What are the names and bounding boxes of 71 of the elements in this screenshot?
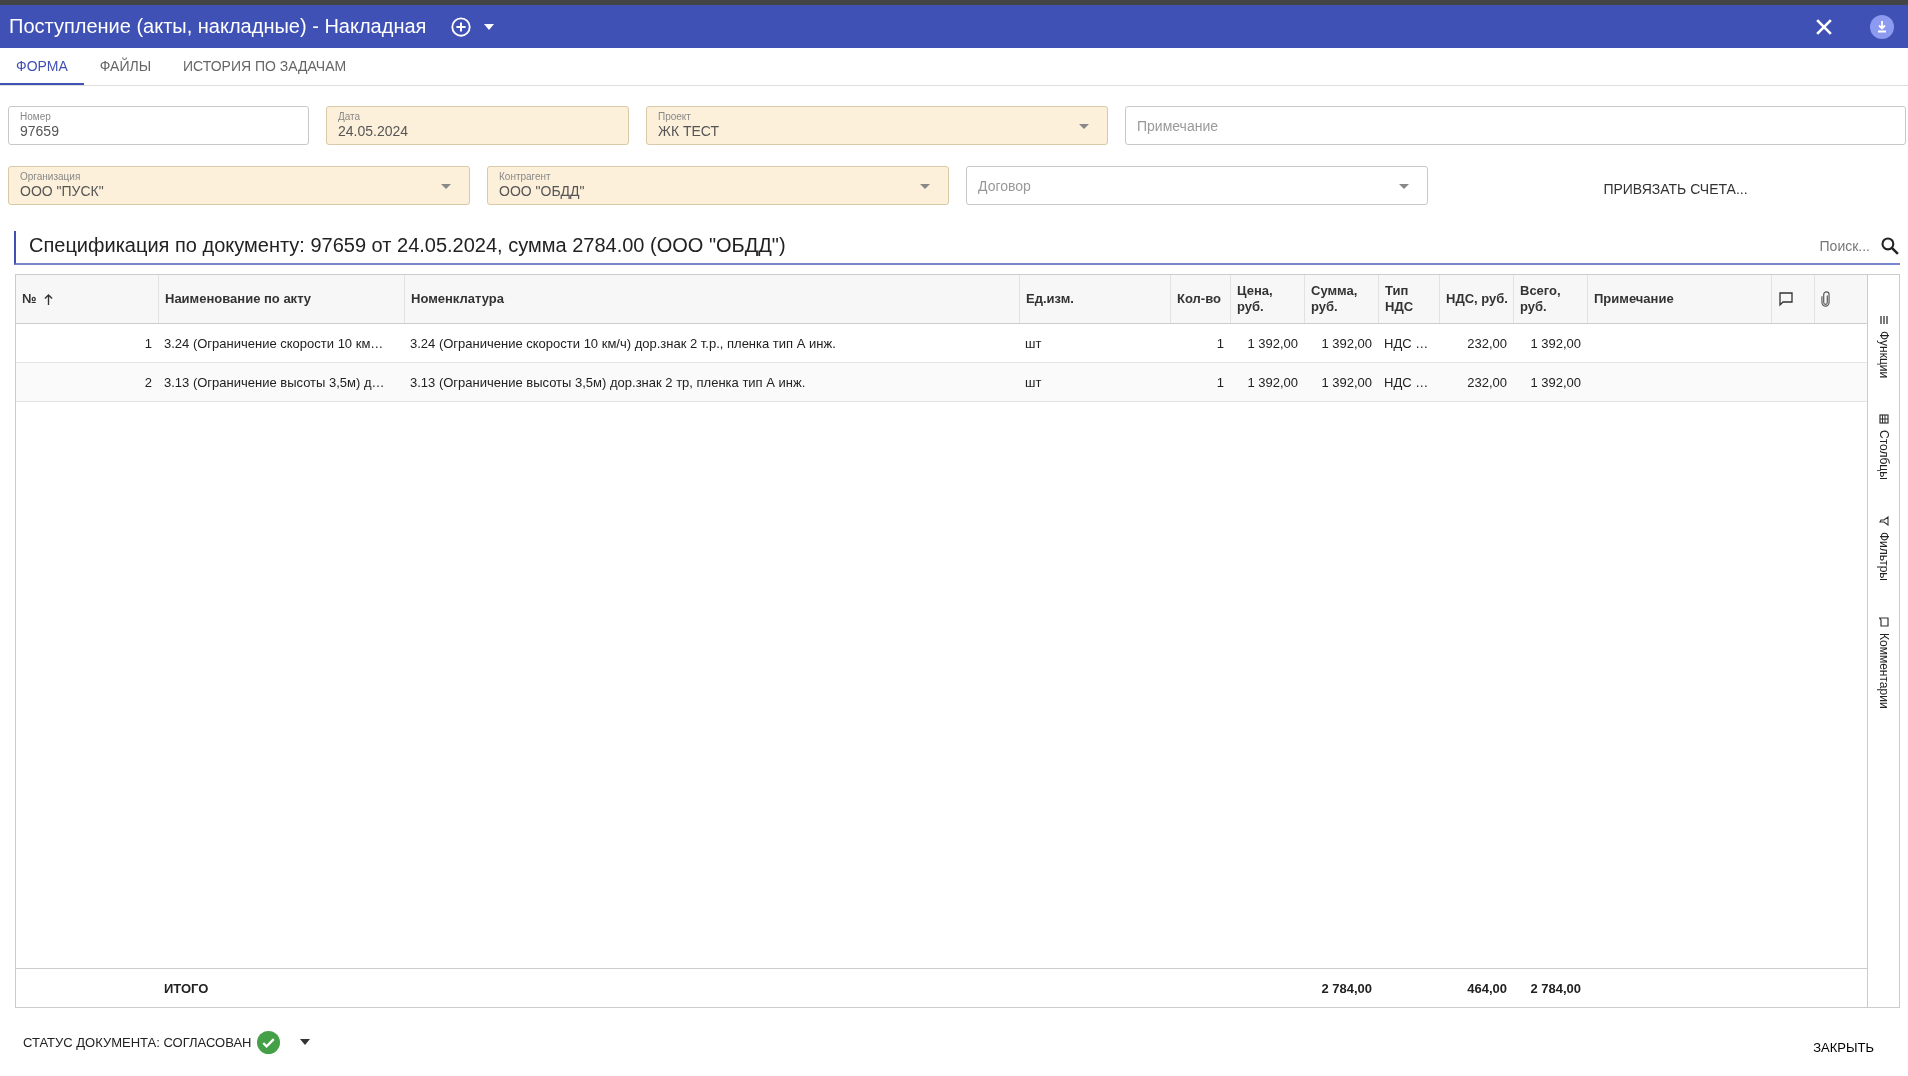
input-field[interactable]: Номер 97659 <box>8 106 309 145</box>
check-icon <box>257 1030 281 1054</box>
tab[interactable]: ФОРМА <box>0 48 84 85</box>
side-panel-tab[interactable]: Функции <box>1876 331 1891 379</box>
table-cell: 1 392,00 <box>1530 335 1581 351</box>
column-header[interactable]: Наименование по акту <box>165 291 312 307</box>
column-header[interactable]: НДС, руб. <box>1446 291 1508 307</box>
table-cell: 1 392,00 <box>1247 374 1298 390</box>
table-cell: 1 <box>1216 374 1224 390</box>
table-cell: шт <box>1025 335 1042 351</box>
dropdown-caret-icon[interactable] <box>1399 184 1409 189</box>
tab[interactable]: ФАЙЛЫ <box>83 48 168 85</box>
link-invoices-button[interactable]: ПРИВЯЗАТЬ СЧЕТА... <box>1593 172 1758 205</box>
paperclip-icon[interactable] <box>1821 291 1830 307</box>
input-field[interactable]: Дата 24.05.2024 <box>326 106 629 145</box>
table-cell: 2 <box>144 374 152 390</box>
table-cell: 1 392,00 <box>1530 374 1581 390</box>
caret-icon[interactable] <box>300 1039 311 1045</box>
table-cell: 1 392,00 <box>1321 335 1372 351</box>
window-title: Поступление (акты, накладные) - Накладная <box>9 15 427 38</box>
column-header[interactable]: Цена, руб. <box>1237 283 1273 315</box>
search-icon[interactable] <box>1880 235 1900 256</box>
close-icon[interactable] <box>1816 18 1832 35</box>
close-button[interactable]: ЗАКРЫТЬ <box>1807 1038 1880 1056</box>
filter-icon[interactable] <box>1878 516 1889 527</box>
column-header[interactable]: № <box>22 291 53 307</box>
table-cell: НДС … <box>1384 374 1429 390</box>
table-cell: 3.24 (Ограничение скорости 10 км/ч) дор.знак 2 т.р., пленка тип А инж. <box>410 335 836 351</box>
total-cell: 2 784,00 <box>1530 980 1581 996</box>
comment-icon[interactable] <box>1878 617 1889 628</box>
column-header[interactable]: Ед.изм. <box>1026 291 1074 307</box>
column-header[interactable]: Тип НДС <box>1385 283 1414 315</box>
table-cell: 1 392,00 <box>1321 374 1372 390</box>
side-panel-tab[interactable]: Комментарии <box>1876 633 1891 709</box>
section-title: Спецификация по документу: 97659 от 24.05.2024, сумма 2784.00 (ООО "ОБДД") <box>29 234 786 257</box>
total-cell: 2 784,00 <box>1321 980 1372 996</box>
dropdown-caret-icon[interactable] <box>441 184 451 189</box>
totals-label: ИТОГО <box>164 980 209 996</box>
caret-icon[interactable] <box>484 23 495 30</box>
table-cell: шт <box>1025 374 1042 390</box>
select-field[interactable]: Контрагент ООО "ОБДД" <box>487 166 949 205</box>
table-cell: 232,00 <box>1467 374 1507 390</box>
table-cell: 232,00 <box>1467 335 1507 351</box>
document-status: СТАТУС ДОКУМЕНТА: СОГЛАСОВАН <box>23 1034 252 1050</box>
column-header[interactable]: Номенклатура <box>411 291 504 307</box>
side-panel-tab[interactable]: Столбцы <box>1876 430 1891 481</box>
menu-icon[interactable] <box>1878 315 1889 325</box>
table-cell: 1 <box>144 335 152 351</box>
column-header[interactable]: Кол-во <box>1177 291 1221 307</box>
table-cell: 3.13 (Ограничение высоты 3,5м) дор.знак 2 тр, пленка тип А инж. <box>410 374 806 390</box>
table-cell: 3.24 (Ограничение скорости 10 км… <box>164 335 384 351</box>
search-field[interactable]: Поиск... <box>1819 237 1870 254</box>
table-cell: 1 <box>1216 335 1224 351</box>
input-field[interactable]: Проект ЖК ТЕСТ <box>646 106 1108 145</box>
side-panel-tab[interactable]: Фильтры <box>1876 532 1891 582</box>
comment-icon[interactable] <box>1778 291 1794 307</box>
table-cell: 1 392,00 <box>1247 335 1298 351</box>
table-cell: 3.13 (Ограничение высоты 3,5м) д… <box>164 374 385 390</box>
select-field[interactable]: Организация ООО "ПУСК" <box>8 166 470 205</box>
column-header[interactable]: Примечание <box>1594 291 1674 307</box>
total-cell: 464,00 <box>1467 980 1507 996</box>
dropdown-caret-icon[interactable] <box>1079 124 1089 129</box>
download-icon[interactable] <box>1870 14 1894 39</box>
tab[interactable]: ИСТОРИЯ ПО ЗАДАЧАМ <box>167 48 363 85</box>
add-icon[interactable] <box>450 15 473 38</box>
column-header[interactable]: Всего, руб. <box>1520 283 1561 315</box>
column-header[interactable]: Сумма, руб. <box>1311 283 1358 315</box>
dropdown-caret-icon[interactable] <box>920 184 930 189</box>
table-icon[interactable] <box>1878 414 1889 425</box>
sort-arrow-icon[interactable] <box>43 293 53 305</box>
table-cell: НДС … <box>1384 335 1429 351</box>
